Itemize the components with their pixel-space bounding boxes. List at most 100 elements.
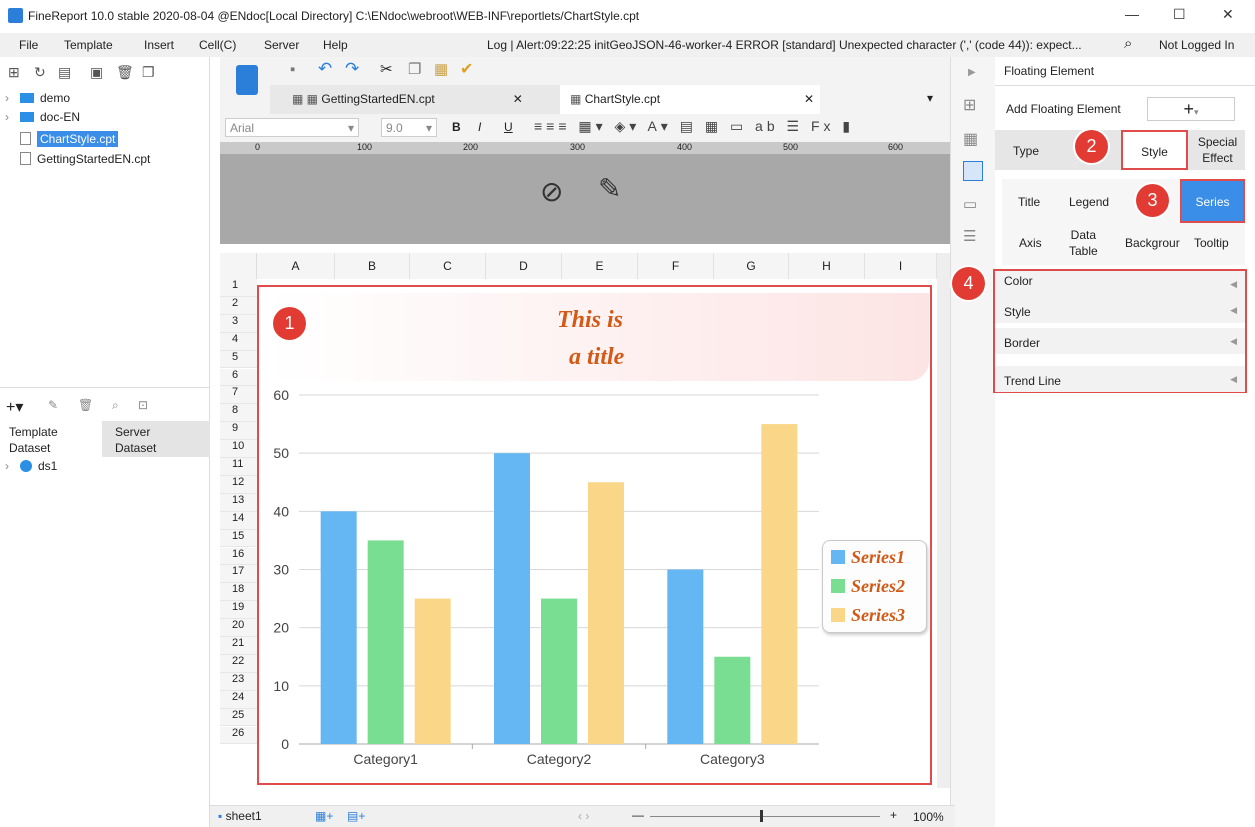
italic-button[interactable]: I — [478, 120, 481, 134]
tree-item-doc-en[interactable]: › doc-EN — [5, 110, 80, 124]
tab-gettingstarted[interactable]: ▦ ▦ GettingStartedEN.cpt ✕ — [292, 92, 523, 106]
row-header[interactable]: 1 — [220, 279, 257, 297]
menu-server[interactable]: Server — [264, 38, 299, 52]
prop-border[interactable]: Border ◀ — [995, 328, 1245, 354]
copy-icon[interactable]: ❐ — [142, 64, 155, 81]
row-header[interactable]: 10 — [220, 440, 257, 458]
undo-icon[interactable]: ↶ — [318, 59, 332, 79]
menu-cell[interactable]: Cell(C) — [199, 38, 236, 52]
tab-template-dataset[interactable]: Template Dataset — [0, 421, 102, 457]
redo-icon[interactable]: ↷ — [345, 59, 359, 79]
column-header-c[interactable]: C — [410, 253, 486, 279]
paste-icon[interactable]: ▦ — [434, 60, 448, 78]
menu-file[interactable]: File — [19, 38, 38, 52]
cell-element-icon[interactable]: ▦ — [963, 129, 978, 149]
tab-chartstyle[interactable]: ▦ ChartStyle.cpt ✕ — [560, 85, 820, 114]
tree-item-chartstyle[interactable]: ChartStyle.cpt — [20, 131, 119, 147]
collapse-icon[interactable]: ▶ — [968, 67, 976, 78]
zoom-in-icon[interactable]: + — [890, 808, 897, 822]
prop-style[interactable]: Style ◀ — [995, 297, 1245, 323]
row-header[interactable]: 25 — [220, 708, 257, 727]
row-header[interactable]: 16 — [220, 547, 257, 566]
row-header[interactable]: 8 — [220, 404, 257, 423]
add-floating-button[interactable]: +▾ — [1147, 97, 1235, 121]
subtab-background[interactable]: Backgrour — [1125, 236, 1180, 250]
scroll-arrows[interactable]: ‹ › — [578, 809, 589, 823]
add-report-icon[interactable]: ▤+ — [347, 809, 365, 823]
row-header[interactable]: 14 — [220, 511, 257, 530]
column-header-g[interactable]: G — [714, 253, 789, 279]
tree-item-demo[interactable]: › demo — [5, 91, 70, 105]
row-header[interactable]: 15 — [220, 529, 257, 548]
tab-special-effect[interactable]: Special Effect — [1190, 134, 1245, 166]
locate-icon[interactable]: ▣ — [90, 64, 103, 81]
tab-menu-icon[interactable]: ▾ — [927, 91, 933, 105]
row-header[interactable]: 22 — [220, 654, 257, 673]
add-dataset-icon[interactable]: +▾ — [6, 397, 23, 417]
minimize-icon[interactable]: — — [1125, 6, 1139, 22]
underline-button[interactable]: U — [504, 120, 513, 134]
save-icon[interactable]: ▪ — [290, 61, 295, 78]
row-header[interactable]: 21 — [220, 637, 257, 655]
cell-attr-icon[interactable]: ⊞ — [963, 95, 976, 115]
subtab-title[interactable]: Title — [1018, 195, 1040, 209]
chart-floating-element[interactable]: This is a title 0 10 20 30 40 50 60 Category1 Ca… — [257, 285, 932, 785]
row-header[interactable]: 11 — [220, 458, 257, 476]
preview-icon[interactable]: ⌕ — [112, 398, 119, 413]
tab-server-dataset[interactable]: Server Dataset — [102, 421, 210, 457]
tab-type[interactable]: Type — [1013, 144, 1039, 158]
prop-color[interactable]: Color ◀ — [995, 271, 1245, 297]
select-all-corner[interactable] — [220, 253, 257, 279]
menu-insert[interactable]: Insert — [144, 38, 174, 52]
edit-icon[interactable]: ✎ — [48, 398, 58, 412]
add-sheet-icon[interactable]: ▦+ — [315, 809, 333, 823]
maximize-icon[interactable]: ☐ — [1173, 6, 1186, 23]
browse-icon[interactable]: ▤ — [58, 64, 71, 81]
row-header[interactable]: 5 — [220, 350, 257, 369]
copy-toolbar-icon[interactable]: ❐ — [408, 60, 421, 78]
row-header[interactable]: 3 — [220, 314, 257, 333]
zoom-slider[interactable] — [650, 816, 880, 817]
subtab-tooltip[interactable]: Tooltip — [1194, 236, 1229, 250]
delete-icon[interactable]: 🗑 — [116, 64, 134, 81]
row-header[interactable]: 13 — [220, 493, 257, 512]
menu-help[interactable]: Help — [323, 38, 348, 52]
row-header[interactable]: 9 — [220, 422, 257, 441]
menu-template[interactable]: Template — [64, 38, 113, 52]
widget-settings-icon[interactable]: ▭ — [963, 195, 977, 213]
column-header-h[interactable]: H — [789, 253, 865, 279]
new-folder-icon[interactable]: ⊞ — [8, 64, 20, 81]
search-icon[interactable]: ⌕ — [1124, 35, 1132, 52]
zoom-handle[interactable] — [760, 810, 763, 822]
column-header-b[interactable]: B — [335, 253, 410, 279]
server-dataset-icon[interactable]: ⊡ — [138, 398, 148, 412]
tree-item-gettingstarted[interactable]: GettingStartedEN.cpt — [20, 152, 150, 166]
splitter[interactable] — [0, 387, 210, 395]
row-header[interactable]: 20 — [220, 619, 257, 637]
column-header-d[interactable]: D — [486, 253, 562, 279]
row-header[interactable]: 24 — [220, 690, 257, 709]
subtab-series[interactable]: Series — [1180, 179, 1245, 223]
row-header[interactable]: 7 — [220, 386, 257, 405]
row-header[interactable]: 12 — [220, 475, 257, 494]
prop-trend-line[interactable]: Trend Line ◀ — [995, 366, 1245, 392]
floating-element-icon[interactable] — [963, 161, 983, 181]
row-header[interactable]: 19 — [220, 601, 257, 620]
hide-icon[interactable]: ⊘ — [540, 175, 563, 208]
zoom-out-icon[interactable]: — — [632, 808, 644, 822]
sheet-tab-sheet1[interactable]: ▪ sheet1 — [218, 809, 262, 823]
font-family-select[interactable]: Arial ▾ — [225, 118, 359, 137]
condition-icon[interactable]: ☰ — [963, 227, 976, 245]
font-size-select[interactable]: 9.0 ▾ — [381, 118, 437, 137]
row-header[interactable]: 23 — [220, 672, 257, 691]
refresh-icon[interactable]: ↻ — [34, 64, 46, 81]
dataset-item-ds1[interactable]: › ds1 — [5, 459, 57, 473]
close-icon[interactable]: ✕ — [1222, 6, 1234, 23]
row-header[interactable]: 17 — [220, 565, 257, 584]
vertical-scrollbar[interactable] — [937, 253, 950, 788]
subtab-axis[interactable]: Axis — [1019, 236, 1042, 250]
chart-legend[interactable]: Series1 Series2 Series3 — [822, 540, 927, 633]
column-header-i[interactable]: I — [865, 253, 937, 279]
row-header[interactable]: 18 — [220, 583, 257, 602]
template-type-icon[interactable] — [236, 65, 258, 95]
